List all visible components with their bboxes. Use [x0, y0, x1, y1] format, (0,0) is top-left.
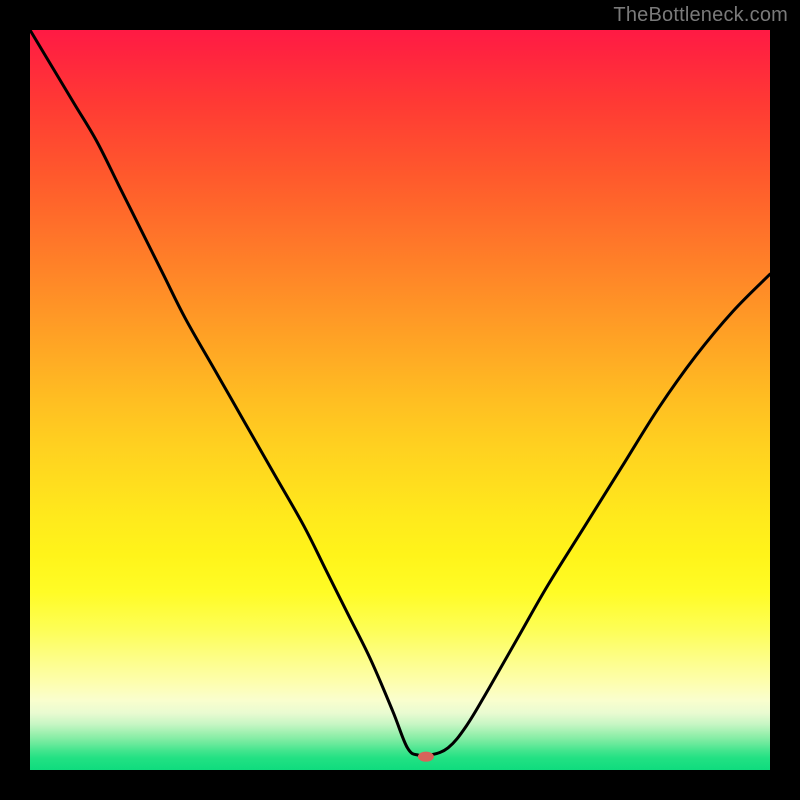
- gradient-background: [30, 30, 770, 770]
- chart-svg: [30, 30, 770, 770]
- minimum-marker: [418, 752, 434, 762]
- chart-plot: [30, 30, 770, 770]
- chart-frame: TheBottleneck.com: [0, 0, 800, 800]
- watermark-text: TheBottleneck.com: [613, 4, 788, 27]
